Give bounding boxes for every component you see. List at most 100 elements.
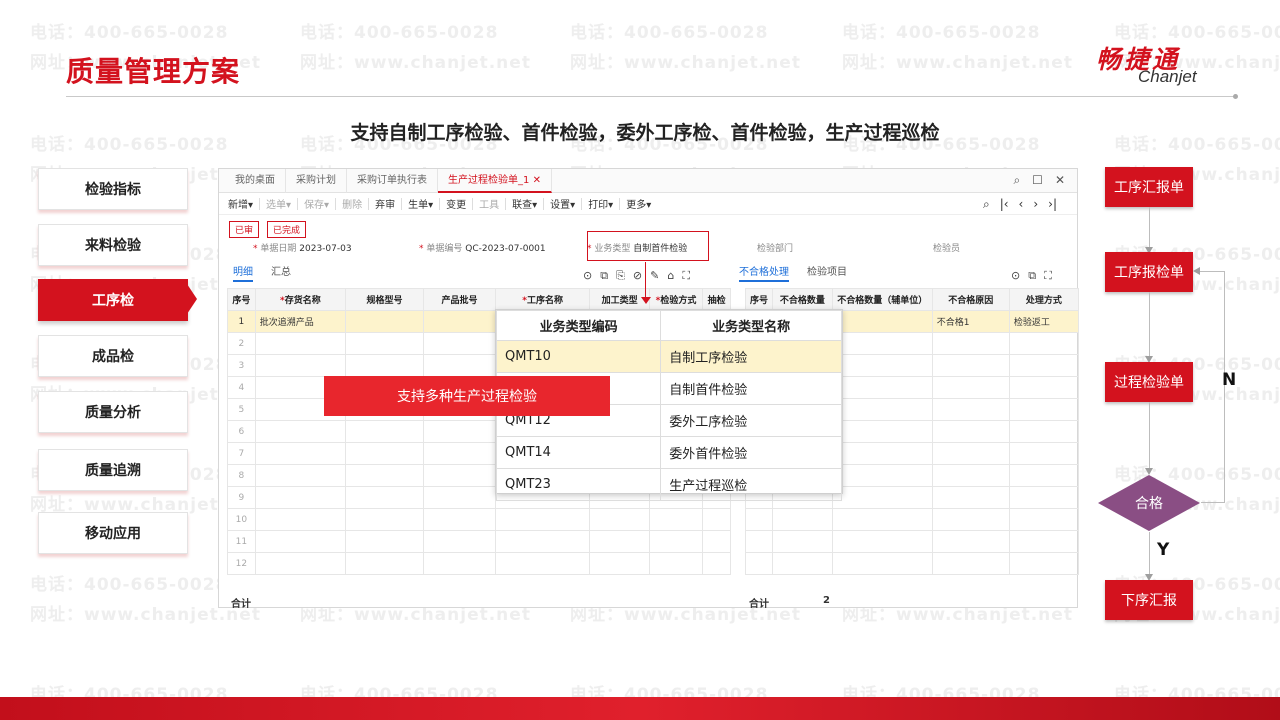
table-cell[interactable] [702, 552, 731, 575]
toolbar-delete-button[interactable]: 删除 [336, 196, 368, 211]
table-cell[interactable]: 4 [227, 376, 256, 399]
menu-item-quality-analysis[interactable]: 质量分析 [38, 391, 188, 433]
inspector-field[interactable]: 检验员 [933, 241, 960, 254]
column-header[interactable]: 序号 [744, 288, 774, 311]
table-cell[interactable] [831, 530, 933, 553]
toolbar-settings-button[interactable]: 设置▾ [544, 196, 581, 211]
table-row[interactable]: 11 [227, 530, 731, 553]
table-cell[interactable] [345, 552, 425, 575]
table-cell[interactable] [254, 332, 347, 355]
column-header[interactable]: 抽检 [702, 288, 731, 311]
table-cell[interactable] [1008, 464, 1080, 487]
next-record-icon[interactable]: › [1033, 197, 1038, 212]
table-cell[interactable]: 10 [227, 508, 256, 531]
column-header[interactable]: *检验方式 [648, 288, 704, 311]
location-icon[interactable]: ⊙ [1011, 269, 1020, 283]
table-cell[interactable] [702, 530, 731, 553]
table-cell[interactable]: 12 [227, 552, 256, 575]
table-cell[interactable] [648, 508, 704, 531]
table-cell[interactable]: 11 [227, 530, 256, 553]
table-cell[interactable] [254, 486, 347, 509]
option-name[interactable]: 自制工序检验 [660, 340, 842, 373]
table-cell[interactable] [423, 332, 496, 355]
table-cell[interactable] [772, 530, 833, 553]
table-cell[interactable] [423, 442, 496, 465]
table-cell[interactable] [589, 552, 650, 575]
copy-icon[interactable]: ⧉ [600, 269, 608, 283]
table-cell[interactable] [1008, 398, 1080, 421]
toolbar-print-button[interactable]: 打印▾ [582, 196, 619, 211]
table-cell[interactable] [831, 442, 933, 465]
table-cell[interactable] [254, 420, 347, 443]
menu-item-mobile-app[interactable]: 移动应用 [38, 512, 188, 554]
table-cell[interactable] [931, 530, 1010, 553]
table-cell[interactable]: 5 [227, 398, 256, 421]
column-header[interactable]: 不合格原因 [931, 288, 1010, 311]
table-cell[interactable] [423, 420, 496, 443]
table-cell[interactable] [831, 310, 933, 333]
table-cell[interactable] [831, 376, 933, 399]
table-cell[interactable] [345, 442, 425, 465]
table-row[interactable] [744, 508, 1080, 531]
table-cell[interactable] [345, 354, 425, 377]
first-record-icon[interactable]: |‹ [1000, 197, 1009, 212]
table-cell[interactable] [744, 552, 774, 575]
table-cell[interactable] [345, 310, 425, 333]
maximize-icon[interactable]: ☐ [1032, 173, 1043, 188]
toolbar-more-button[interactable]: 更多▾ [620, 196, 657, 211]
table-cell[interactable] [345, 530, 425, 553]
table-cell[interactable] [831, 420, 933, 443]
table-cell[interactable] [1008, 552, 1080, 575]
tab-summary[interactable]: 汇总 [271, 263, 291, 282]
search-icon[interactable]: ⌕ [1013, 173, 1020, 188]
column-header[interactable]: 规格型号 [345, 288, 425, 311]
table-cell[interactable] [831, 354, 933, 377]
tab-purchase-plan[interactable]: 采购计划 [286, 168, 347, 193]
tab-po-execution[interactable]: 采购订单执行表 [347, 168, 438, 193]
table-cell[interactable] [744, 530, 774, 553]
close-tab-icon[interactable]: ✕ [533, 175, 541, 186]
table-cell[interactable]: 批次追溯产品 [254, 310, 347, 333]
table-cell[interactable] [931, 398, 1010, 421]
last-record-icon[interactable]: ›| [1048, 197, 1057, 212]
table-cell[interactable]: 3 [227, 354, 256, 377]
table-cell[interactable]: 9 [227, 486, 256, 509]
tab-process-inspection-doc[interactable]: 生产过程检验单_1 ✕ [438, 168, 552, 193]
table-cell[interactable] [423, 552, 496, 575]
toolbar-tools-button[interactable]: 工具 [473, 196, 505, 211]
table-cell[interactable] [1008, 332, 1080, 355]
table-cell[interactable] [494, 508, 591, 531]
fullscreen-icon[interactable]: ⛶ [1044, 269, 1052, 283]
dropdown-option[interactable]: QMT23 生产过程巡检 [495, 468, 842, 501]
column-header[interactable]: 不合格数量 [772, 288, 833, 311]
table-cell[interactable] [494, 530, 591, 553]
table-cell[interactable] [254, 442, 347, 465]
column-header[interactable]: 不合格数量（辅单位） [831, 288, 933, 311]
table-cell[interactable] [1008, 530, 1080, 553]
export-icon[interactable]: ⎘ [616, 269, 625, 283]
tab-detail[interactable]: 明细 [233, 263, 253, 282]
column-header[interactable]: *存货名称 [254, 288, 347, 311]
table-cell[interactable] [831, 552, 933, 575]
table-cell[interactable] [254, 508, 347, 531]
table-cell[interactable] [648, 552, 704, 575]
doc-date-field[interactable]: * 单据日期 2023-07-03 [253, 241, 352, 254]
table-cell[interactable] [254, 552, 347, 575]
locate-icon[interactable]: ⌕ [983, 197, 990, 212]
dropdown-option[interactable]: QMT14 委外首件检验 [495, 436, 842, 469]
table-cell[interactable] [423, 486, 496, 509]
option-code[interactable]: QMT23 [495, 468, 662, 501]
dropdown-option[interactable]: QMT10 自制工序检验 [495, 340, 842, 373]
toolbar-generate-button[interactable]: 生单▾ [402, 196, 439, 211]
table-cell[interactable] [423, 530, 496, 553]
prev-record-icon[interactable]: ‹ [1019, 197, 1024, 212]
column-header[interactable]: 序号 [227, 288, 256, 311]
table-cell[interactable] [345, 332, 425, 355]
table-cell[interactable] [254, 464, 347, 487]
table-cell[interactable] [345, 420, 425, 443]
table-cell[interactable] [494, 552, 591, 575]
table-cell[interactable] [1008, 420, 1080, 443]
table-cell[interactable] [589, 530, 650, 553]
table-cell[interactable] [772, 508, 833, 531]
table-cell[interactable] [831, 398, 933, 421]
